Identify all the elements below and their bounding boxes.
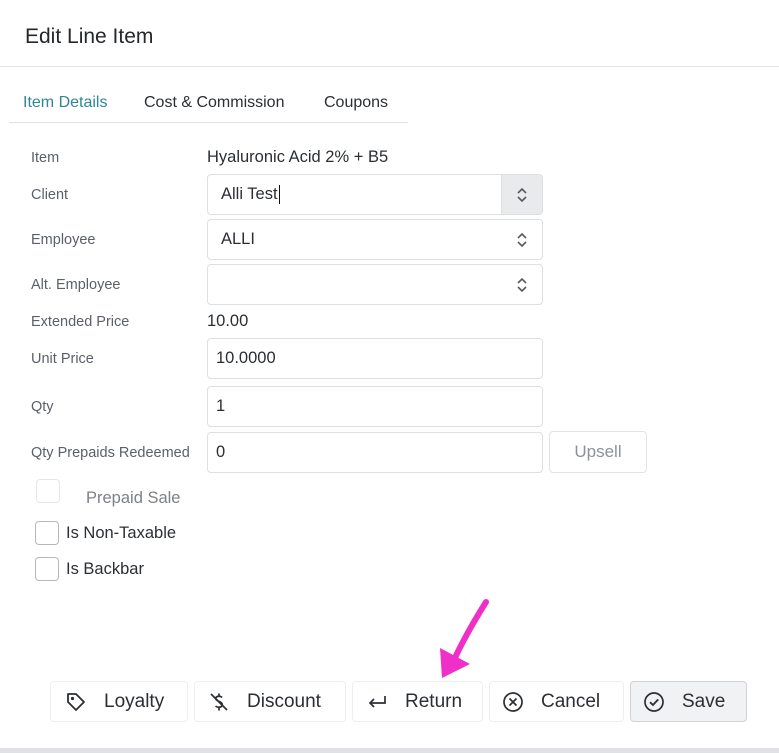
qty-input[interactable]: 1	[207, 386, 543, 427]
extended-price-value: 10.00	[207, 312, 249, 330]
text-caret	[278, 185, 281, 204]
save-button[interactable]: Save	[630, 681, 747, 722]
tag-icon	[64, 691, 88, 713]
backbar-label[interactable]: Is Backbar	[66, 560, 144, 579]
loyalty-label: Loyalty	[104, 690, 165, 712]
chevron-updown-icon[interactable]	[501, 175, 542, 214]
dialog-title: Edit Line Item	[25, 25, 154, 48]
qty-prepaids-value: 0	[216, 443, 226, 461]
client-select[interactable]: Alli Test	[207, 174, 543, 215]
non-taxable-checkbox[interactable]	[35, 521, 59, 545]
employee-select[interactable]: ALLI	[207, 219, 543, 260]
return-button[interactable]: Return	[352, 681, 483, 722]
alt-employee-select[interactable]	[207, 264, 543, 305]
circle-check-icon	[642, 691, 666, 713]
qty-prepaids-label: Qty Prepaids Redeemed	[31, 445, 190, 461]
circle-x-icon	[501, 691, 525, 713]
tab-bar: Item Details Cost & Commission Coupons	[9, 84, 408, 123]
qty-label: Qty	[31, 399, 54, 415]
unit-price-input[interactable]: 10.0000	[207, 338, 543, 379]
return-arrow-icon	[365, 693, 389, 711]
alt-employee-label: Alt. Employee	[31, 277, 121, 293]
discount-label: Discount	[247, 690, 321, 712]
return-label: Return	[405, 690, 463, 712]
unit-price-label: Unit Price	[31, 351, 94, 367]
qty-prepaids-input[interactable]: 0	[207, 432, 543, 473]
prepaid-sale-checkbox	[36, 479, 60, 503]
no-dollar-icon	[207, 691, 231, 713]
prepaid-sale-label: Prepaid Sale	[86, 489, 181, 507]
tab-cost-commission[interactable]: Cost & Commission	[144, 94, 284, 112]
extended-price-label: Extended Price	[31, 314, 130, 330]
annotation-arrow	[440, 599, 489, 678]
tab-coupons[interactable]: Coupons	[324, 94, 388, 112]
client-value: Alli Test	[221, 185, 278, 203]
upsell-button[interactable]: Upsell	[549, 431, 647, 473]
item-value: Hyaluronic Acid 2% + B5	[207, 148, 389, 166]
non-taxable-label[interactable]: Is Non-Taxable	[66, 524, 176, 543]
client-label: Client	[31, 187, 69, 203]
backbar-checkbox[interactable]	[35, 557, 59, 581]
cancel-button[interactable]: Cancel	[489, 681, 624, 722]
employee-label: Employee	[31, 232, 96, 248]
cancel-label: Cancel	[541, 690, 601, 712]
loyalty-button[interactable]: Loyalty	[50, 681, 188, 722]
save-label: Save	[682, 690, 726, 712]
discount-button[interactable]: Discount	[194, 681, 346, 722]
employee-value: ALLI	[221, 230, 255, 248]
unit-price-value: 10.0000	[216, 349, 276, 367]
dialog-bottom-edge	[0, 748, 779, 753]
qty-value: 1	[216, 397, 226, 415]
item-label: Item	[31, 150, 60, 166]
tab-item-details[interactable]: Item Details	[23, 94, 107, 112]
chevron-updown-icon	[502, 265, 542, 304]
chevron-updown-icon	[502, 220, 542, 259]
dialog-header: Edit Line Item	[0, 0, 779, 67]
